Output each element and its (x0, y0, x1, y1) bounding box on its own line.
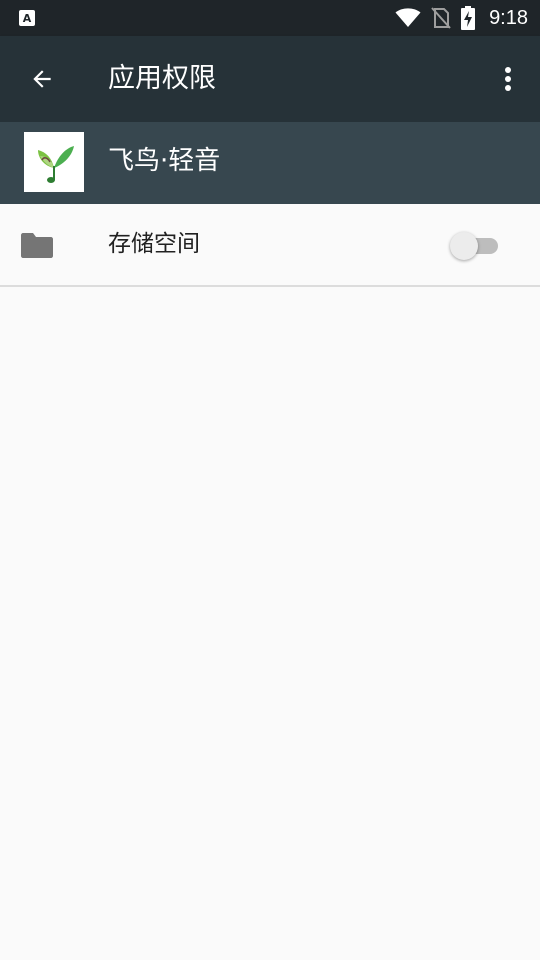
permission-row-storage[interactable]: 存储空间 (0, 204, 540, 286)
status-time: 9:18 (489, 6, 528, 29)
empty-content-area (0, 287, 540, 960)
svg-text:A: A (23, 12, 32, 25)
app-bar: 应用权限 (0, 36, 540, 122)
more-vertical-icon (505, 67, 511, 91)
app-name: 飞鸟·轻音 (108, 146, 221, 176)
switch-thumb (450, 232, 478, 260)
app-header: 飞鸟·轻音 (0, 122, 540, 204)
permission-label: 存储空间 (108, 231, 200, 257)
notification-a-icon: A (19, 10, 35, 26)
app-icon (24, 132, 84, 192)
folder-icon (21, 233, 53, 258)
more-options-button[interactable] (488, 55, 528, 103)
wifi-icon (395, 8, 421, 27)
storage-permission-switch[interactable] (450, 230, 502, 260)
page-title: 应用权限 (108, 63, 216, 94)
no-sim-icon (431, 7, 451, 29)
arrow-left-icon (33, 70, 51, 88)
status-bar: A 9:18 (0, 0, 540, 36)
bird-leaf-logo-icon (38, 146, 74, 183)
battery-charging-icon (461, 6, 476, 30)
status-icons: 9:18 (395, 0, 528, 36)
back-button[interactable] (18, 55, 66, 103)
